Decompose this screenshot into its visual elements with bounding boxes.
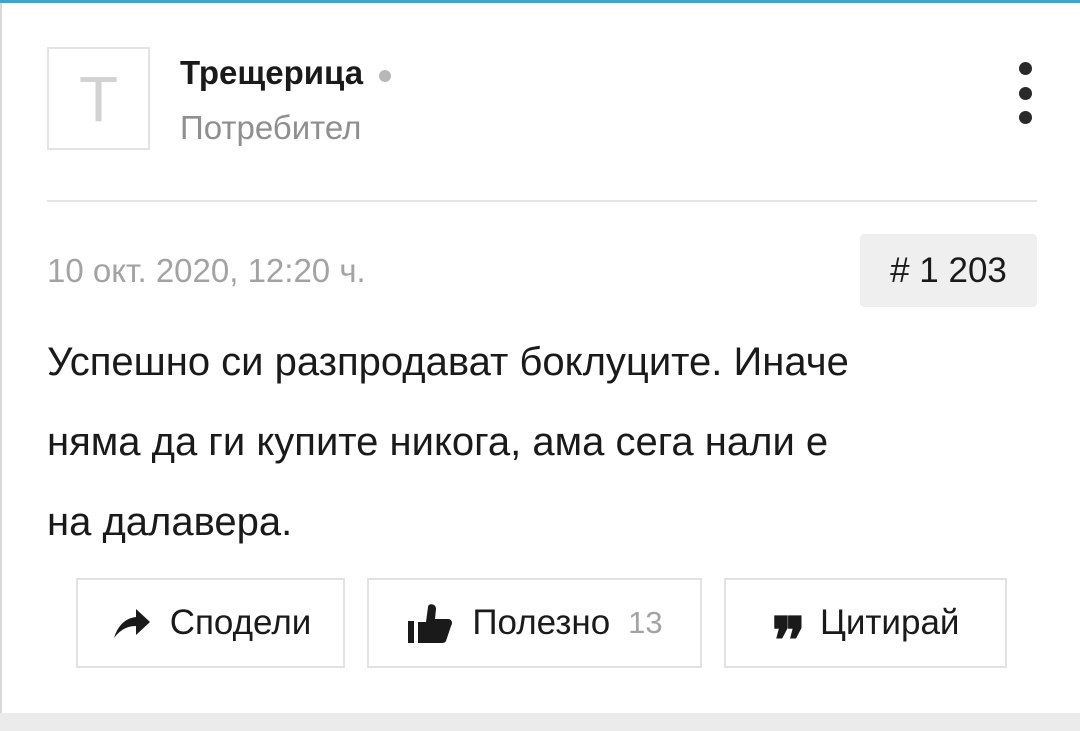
forum-post-card: T Трещерица Потребител 10 окт. 2020, 12:… [0, 0, 1080, 731]
helpful-button[interactable]: Полезно 13 [367, 578, 702, 668]
post-timestamp: 10 окт. 2020, 12:20 ч. [47, 252, 366, 289]
post-body-line: Успешно си разпродават боклуците. Иначе [47, 340, 849, 384]
share-label: Сподели [169, 603, 312, 642]
helpful-label: Полезно [472, 603, 611, 642]
post-body-line: на далавера. [47, 500, 293, 544]
more-vertical-icon [1018, 111, 1032, 124]
helpful-count: 13 [628, 605, 663, 640]
author-name-row: Трещерица [180, 54, 392, 92]
post-body: Успешно си разпродават боклуците. Иначе … [47, 322, 1037, 562]
thumbs-up-icon [406, 601, 454, 645]
top-accent-bar [0, 0, 1080, 3]
header-divider [47, 200, 1037, 202]
more-vertical-icon [1018, 86, 1032, 100]
online-status-icon [379, 70, 392, 82]
share-arrow-icon [110, 605, 152, 641]
author-role: Потребител [180, 109, 362, 146]
quote-label: Цитирай [819, 603, 960, 642]
avatar-letter: T [78, 62, 119, 135]
more-options-button[interactable] [1011, 62, 1039, 124]
quote-icon: ❞ [771, 604, 806, 679]
left-border [0, 3, 2, 713]
post-body-line: няма да ги купите никога, ама сега нали … [47, 420, 829, 464]
bottom-separator [0, 713, 1080, 731]
share-button[interactable]: Сподели [76, 578, 345, 668]
avatar[interactable]: T [47, 47, 150, 150]
author-name[interactable]: Трещерица [180, 54, 363, 92]
more-vertical-icon [1018, 62, 1032, 75]
quote-button[interactable]: ❞ Цитирай [724, 578, 1007, 679]
post-number-badge[interactable]: # 1 203 [860, 234, 1037, 307]
